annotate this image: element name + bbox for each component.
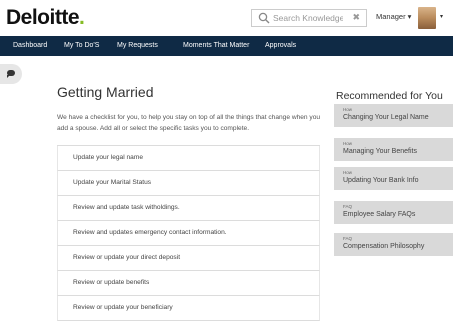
close-icon[interactable]: ✖ (352, 12, 360, 23)
task-item-legal-name[interactable]: Update your legal name (57, 146, 320, 171)
task-item-beneficiary[interactable]: Review or update your beneficiary (57, 296, 320, 321)
task-item-emergency-contact[interactable]: Review and updates emergency contact inf… (57, 221, 320, 246)
recommended-card-benefits[interactable]: How Managing Your Benefits (334, 138, 453, 161)
chat-bubble-tail (7, 75, 10, 78)
main-nav: Dashboard My To Do'S My Requests Moments… (0, 36, 453, 56)
recommended-card-label: Updating Your Bank Info (343, 177, 419, 184)
recommended-card-compensation[interactable]: FAQ Compensation Philosophy (334, 233, 453, 256)
top-header: Deloitte. ✖ Manager ▾ ▾ (0, 0, 453, 36)
task-item-benefits[interactable]: Review or update benefits (57, 271, 320, 296)
deloitte-logo[interactable]: Deloitte. (6, 6, 85, 30)
task-item-tax-withholdings[interactable]: Review and update task witholdings. (57, 196, 320, 221)
recommended-card-label: Employee Salary FAQs (343, 211, 416, 218)
recommended-card-salary-faqs[interactable]: FAQ Employee Salary FAQs (334, 201, 453, 224)
search-icon[interactable] (258, 12, 270, 24)
recommended-card-label: Compensation Philosophy (343, 243, 425, 250)
task-checklist: Update your legal name Update your Marit… (57, 145, 320, 321)
feedback-icon[interactable] (0, 64, 22, 84)
role-dropdown[interactable]: Manager ▾ (376, 12, 411, 21)
chevron-down-icon[interactable]: ▾ (440, 13, 443, 20)
logo-text: Deloitte (6, 6, 80, 29)
recommended-card-bank-info[interactable]: How Updating Your Bank Info (334, 167, 453, 190)
nav-my-requests[interactable]: My Requests (117, 36, 158, 56)
search-box[interactable]: ✖ (251, 9, 367, 27)
task-item-marital-status[interactable]: Update your Marital Status (57, 171, 320, 196)
logo-dot: . (79, 6, 85, 29)
avatar[interactable] (418, 7, 436, 29)
recommended-card-label: Changing Your Legal Name (343, 114, 429, 121)
nav-moments-that-matter[interactable]: Moments That Matter (183, 36, 249, 56)
recommended-card-label: Managing Your Benefits (343, 148, 417, 155)
recommended-title: Recommended for You (336, 90, 443, 102)
task-item-direct-deposit[interactable]: Review or update your direct deposit (57, 246, 320, 271)
nav-approvals[interactable]: Approvals (265, 36, 296, 56)
intro-text: We have a checklist for you, to help you… (57, 114, 321, 132)
search-input[interactable] (273, 11, 343, 25)
nav-dashboard[interactable]: Dashboard (13, 36, 47, 56)
page-title: Getting Married (57, 84, 154, 100)
nav-my-todos[interactable]: My To Do'S (64, 36, 99, 56)
recommended-card-legal-name[interactable]: How Changing Your Legal Name (334, 104, 453, 127)
